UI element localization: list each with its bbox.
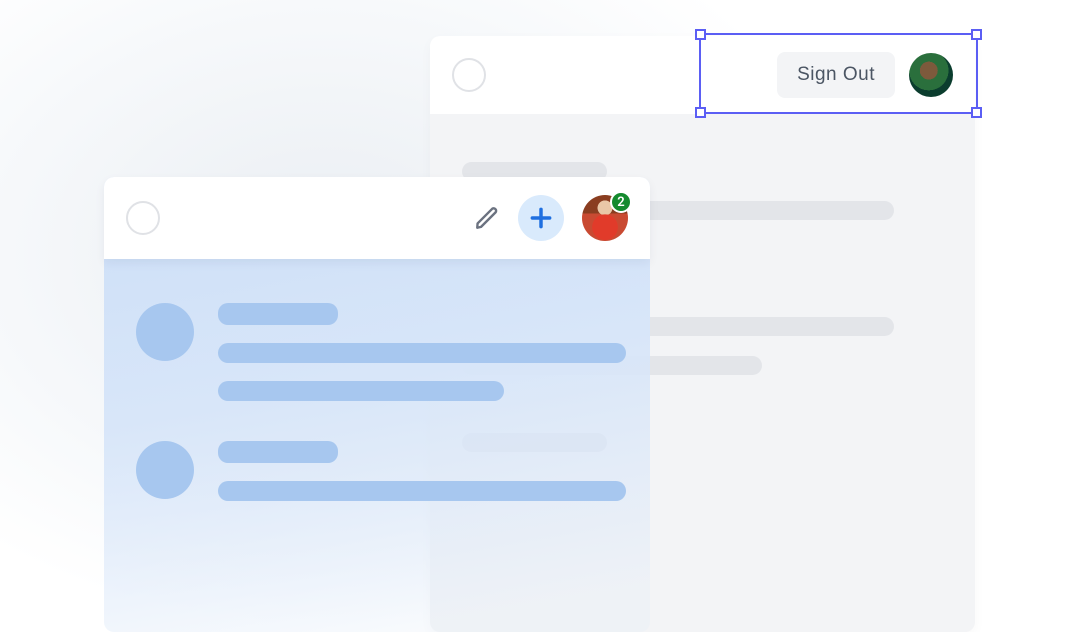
text-placeholder xyxy=(218,441,338,463)
text-placeholder xyxy=(218,303,338,325)
app-logo-placeholder xyxy=(452,58,486,92)
panel-primary: 2 xyxy=(104,177,650,632)
content-placeholder-list xyxy=(136,303,626,501)
notification-badge: 2 xyxy=(610,191,632,213)
avatar-with-badge[interactable]: 2 xyxy=(582,195,628,241)
app-logo-placeholder xyxy=(126,201,160,235)
add-button[interactable] xyxy=(518,195,564,241)
list-item xyxy=(136,441,626,501)
text-placeholder-group xyxy=(218,303,626,401)
panel-primary-header: 2 xyxy=(104,177,650,259)
text-placeholder xyxy=(218,481,626,501)
text-placeholder-group xyxy=(218,441,626,501)
text-placeholder xyxy=(218,381,504,401)
avatar-placeholder xyxy=(136,303,194,361)
avatar-placeholder xyxy=(136,441,194,499)
list-item xyxy=(136,303,626,401)
text-placeholder xyxy=(218,343,626,363)
panel-secondary-header: Sign Out xyxy=(430,36,975,114)
selection-handle-top-right[interactable] xyxy=(971,29,982,40)
sign-out-button[interactable]: Sign Out xyxy=(777,52,895,98)
avatar[interactable] xyxy=(909,53,953,97)
edit-icon[interactable] xyxy=(474,205,500,231)
